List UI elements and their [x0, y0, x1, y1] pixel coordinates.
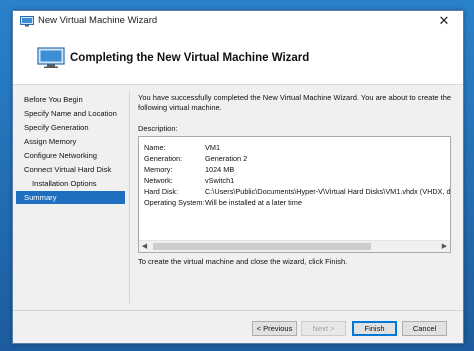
wizard-window: New Virtual Machine Wizard ✕ Completing …	[12, 10, 464, 344]
summary-key: Hard Disk:	[144, 187, 179, 196]
summary-key: Memory:	[144, 165, 173, 174]
summary-value: Will be installed at a later time	[205, 198, 302, 207]
summary-key: Generation:	[144, 154, 183, 163]
nav-item-generation[interactable]: Specify Generation	[16, 121, 125, 134]
summary-value: C:\Users\Public\Documents\Hyper-V\Virtua…	[205, 187, 451, 196]
nav-divider	[129, 91, 130, 303]
finish-instruction: To create the virtual machine and close …	[138, 257, 348, 266]
nav-item-name-location[interactable]: Specify Name and Location	[16, 107, 125, 120]
nav-item-summary[interactable]: Summary	[16, 191, 125, 204]
nav-item-memory[interactable]: Assign Memory	[16, 135, 125, 148]
footer-divider	[13, 310, 463, 311]
virtual-machine-icon	[37, 47, 65, 68]
summary-value: 1024 MB	[205, 165, 235, 174]
virtual-machine-icon	[20, 16, 34, 27]
summary-key: Operating System:	[144, 198, 205, 207]
title-bar: New Virtual Machine Wizard ✕	[13, 11, 463, 33]
window-title: New Virtual Machine Wizard	[38, 15, 158, 26]
scroll-left-icon[interactable]: ◀	[139, 241, 150, 252]
summary-value: VM1	[205, 143, 221, 152]
intro-text: You have successfully completed the New …	[138, 93, 452, 112]
summary-value: Generation 2	[205, 154, 248, 163]
wizard-header: Completing the New Virtual Machine Wizar…	[13, 33, 463, 85]
summary-value: vSwitch1	[205, 176, 235, 185]
nav-item-installation-options[interactable]: Installation Options	[16, 177, 125, 190]
summary-key: Name:	[144, 143, 166, 152]
nav-item-before-you-begin[interactable]: Before You Begin	[16, 93, 125, 106]
next-button[interactable]: Next >	[301, 321, 346, 336]
wizard-steps: Before You Begin Specify Name and Locati…	[13, 85, 125, 303]
nav-item-networking[interactable]: Configure Networking	[16, 149, 125, 162]
finish-button[interactable]: Finish	[352, 321, 397, 336]
nav-item-hard-disk[interactable]: Connect Virtual Hard Disk	[16, 163, 125, 176]
scrollbar-thumb[interactable]	[153, 243, 371, 250]
previous-button[interactable]: < Previous	[252, 321, 297, 336]
cancel-button[interactable]: Cancel	[402, 321, 447, 336]
horizontal-scrollbar[interactable]: ◀ ▶	[139, 240, 450, 252]
close-button[interactable]: ✕	[425, 11, 463, 33]
page-title: Completing the New Virtual Machine Wizar…	[70, 52, 310, 64]
description-box[interactable]: Name: VM1 Generation: Generation 2 Memor…	[138, 136, 451, 253]
scroll-right-icon[interactable]: ▶	[439, 241, 450, 252]
description-label: Description:	[138, 124, 178, 133]
summary-key: Network:	[144, 176, 173, 185]
